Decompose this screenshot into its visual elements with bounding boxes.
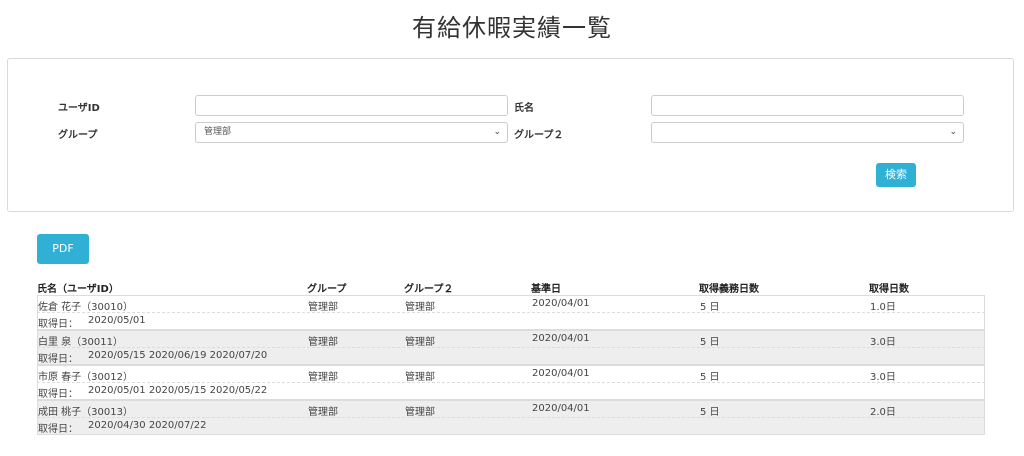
table-header: 氏名（ユーザID） グループ グループ２ 基準日 取得義務日数 取得日数 [37,280,985,295]
header-group: グループ [307,284,347,295]
user-id-label: ユーザID [58,103,100,114]
cell-group: 管理部 [308,407,338,418]
cell-name: 成田 桃子（30013） [38,407,133,418]
taken-dates: 2020/05/01 2020/05/15 2020/05/22 [88,385,268,396]
cell-name: 白里 泉（30011） [38,337,123,348]
cell-required-days: 5 日 [700,302,720,313]
cell-base-date: 2020/04/01 [532,333,590,344]
group2-select[interactable]: ⌄ [651,122,964,143]
taken-dates: 2020/04/30 2020/07/22 [88,420,207,431]
user-id-input[interactable] [195,95,508,116]
chevron-down-icon: ⌄ [949,127,957,137]
cell-group2: 管理部 [405,302,435,313]
table-row: 成田 桃子（30013） 管理部 管理部 2020/04/01 5 日 2.0日… [37,400,985,435]
cell-group2: 管理部 [405,372,435,383]
group2-label: グループ２ [514,130,564,141]
header-taken-days: 取得日数 [869,284,909,295]
cell-required-days: 5 日 [700,407,720,418]
search-panel: ユーザID 氏名 グループ 管理部 ⌄ グループ２ ⌄ 検索 [7,58,1014,212]
table-row: 白里 泉（30011） 管理部 管理部 2020/04/01 5 日 3.0日 … [37,330,985,365]
header-required-days: 取得義務日数 [699,284,759,295]
header-base-date: 基準日 [531,284,561,295]
name-input[interactable] [651,95,964,116]
taken-dates: 2020/05/01 [88,315,146,326]
group-select[interactable]: 管理部 ⌄ [195,122,508,143]
group-label: グループ [58,130,98,141]
name-label: 氏名 [514,103,534,114]
cell-taken-days: 1.0日 [870,302,896,313]
cell-group2: 管理部 [405,337,435,348]
header-name: 氏名（ユーザID） [37,284,119,295]
cell-group: 管理部 [308,337,338,348]
cell-base-date: 2020/04/01 [532,298,590,309]
cell-base-date: 2020/04/01 [532,368,590,379]
page-title: 有給休暇実績一覧 [412,14,612,42]
cell-group: 管理部 [308,372,338,383]
taken-dates: 2020/05/15 2020/06/19 2020/07/20 [88,350,268,361]
cell-group2: 管理部 [405,407,435,418]
cell-taken-days: 3.0日 [870,337,896,348]
cell-taken-days: 3.0日 [870,372,896,383]
table-row: 市原 春子（30012） 管理部 管理部 2020/04/01 5 日 3.0日… [37,365,985,400]
taken-dates-label: 取得日： [38,354,78,365]
taken-dates-label: 取得日： [38,319,78,330]
cell-required-days: 5 日 [700,337,720,348]
table-row: 佐倉 花子（30010） 管理部 管理部 2020/04/01 5 日 1.0日… [37,295,985,330]
cell-name: 佐倉 花子（30010） [38,302,133,313]
group-select-value: 管理部 [204,127,232,137]
pdf-button[interactable]: PDF [37,234,89,264]
chevron-down-icon: ⌄ [493,127,501,137]
results-table: 氏名（ユーザID） グループ グループ２ 基準日 取得義務日数 取得日数 佐倉 … [37,280,985,435]
cell-base-date: 2020/04/01 [532,403,590,414]
cell-taken-days: 2.0日 [870,407,896,418]
cell-group: 管理部 [308,302,338,313]
taken-dates-label: 取得日： [38,389,78,400]
header-group2: グループ２ [404,284,454,295]
taken-dates-label: 取得日： [38,424,78,435]
cell-required-days: 5 日 [700,372,720,383]
cell-name: 市原 春子（30012） [38,372,133,383]
search-button[interactable]: 検索 [876,163,916,187]
